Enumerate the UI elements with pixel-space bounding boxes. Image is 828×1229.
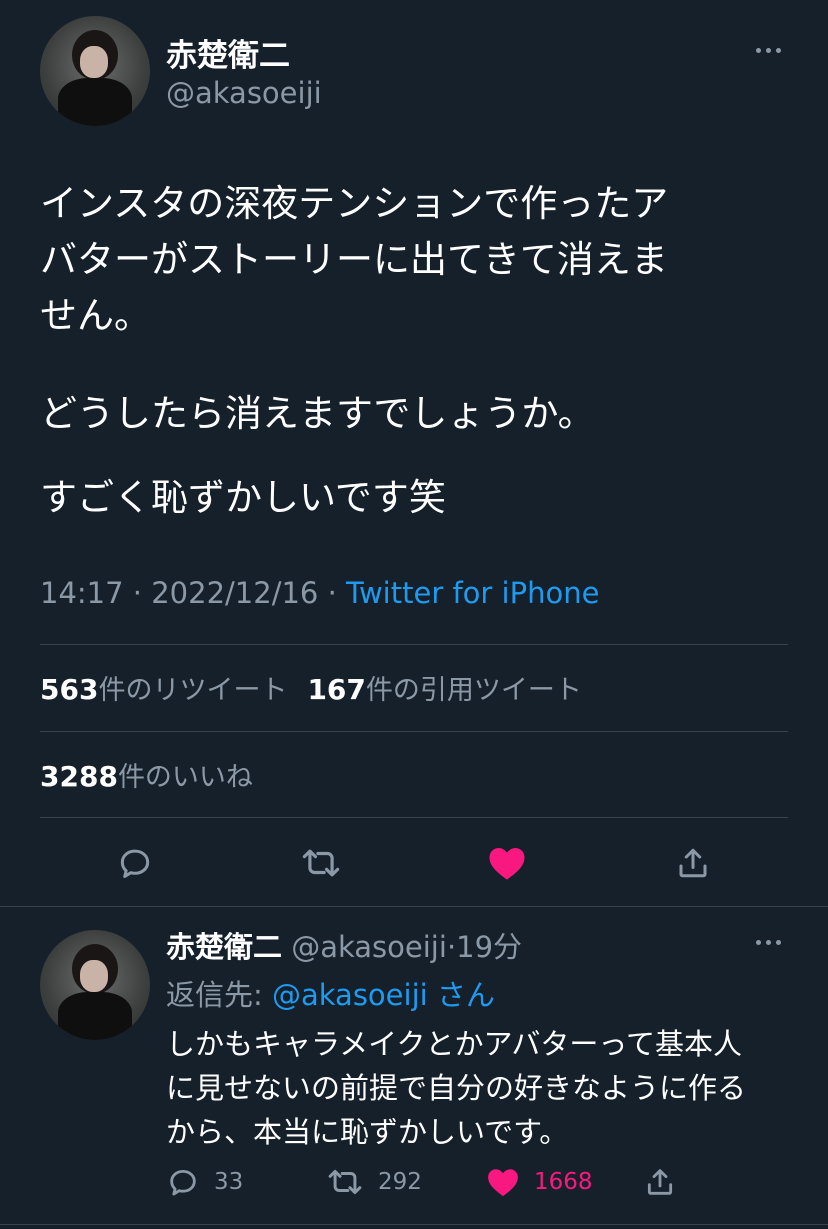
share-icon [679, 848, 707, 878]
retweet-count: 292 [378, 1169, 422, 1195]
tweet-body-paragraph-3: すごく恥ずかしいです笑 [40, 476, 446, 519]
author-avatar[interactable] [40, 16, 150, 126]
retweet-icon [302, 849, 340, 877]
retweets-count: 563 [40, 673, 99, 706]
reply-like-button[interactable]: 1668 [486, 1160, 593, 1204]
tweet-time[interactable]: 14:17 [40, 576, 124, 610]
quotes-count: 167 [307, 673, 366, 706]
likes-count: 3288 [40, 760, 118, 793]
retweet-icon [328, 1169, 362, 1195]
likes-stat[interactable]: 3288件のいいね [40, 755, 253, 794]
author-handle[interactable]: @akasoeiji [166, 76, 322, 110]
tweet-date[interactable]: 2022/12/16 [151, 576, 318, 610]
tweet-body-line: バターがストーリーに出てきて消えま [40, 238, 668, 281]
tweet-body-line: せん。 [40, 294, 151, 337]
author-name[interactable]: 赤楚衛二 [166, 30, 290, 75]
tweet-body: インスタの深夜テンションで作ったア バターがストーリーに出てきて消えま せん。 [40, 176, 800, 344]
quotes-stat[interactable]: 167件の引用ツイート [307, 673, 582, 706]
quotes-label: 件の引用ツイート [365, 675, 582, 706]
reply-body-line: に見せないの前提で自分の好きなように作る [166, 1071, 747, 1105]
reply-actions: 33 292 1668 [166, 1160, 726, 1204]
tweet-body-line: インスタの深夜テンションで作ったア [40, 182, 669, 225]
like-count: 1668 [534, 1169, 593, 1195]
tweet-detail-page: 赤楚衛二 @akasoeiji インスタの深夜テンションで作ったア バターがスト… [0, 0, 828, 1229]
divider [40, 817, 788, 818]
divider [0, 906, 828, 907]
reply-retweet-button[interactable]: 292 [326, 1160, 422, 1204]
tweet-meta: 14:17 · 2022/12/16 · Twitter for iPhone [40, 576, 599, 610]
likes-label: 件のいいね [117, 762, 253, 793]
reply-body-line: から、本当に恥ずかしいです。 [166, 1115, 569, 1149]
header-separator: · [446, 930, 457, 964]
heart-filled-icon [488, 1169, 518, 1197]
reply-body: しかもキャラメイクとかアバターって基本人 に見せないの前提で自分の好きなように作… [166, 1022, 786, 1154]
tweet-body-paragraph-2: どうしたら消えますでしょうか。 [40, 392, 595, 435]
reply-time[interactable]: 19分 [456, 930, 522, 964]
retweets-label: 件のリツイート [98, 675, 288, 706]
replying-to: 返信先: @akasoeiji さん [166, 972, 495, 1014]
tweet-source-link[interactable]: Twitter for iPhone [346, 576, 599, 610]
like-button[interactable] [482, 840, 532, 886]
reply-more-options-icon[interactable] [756, 940, 781, 945]
divider [40, 731, 788, 732]
reply-reply-button[interactable]: 33 [166, 1160, 243, 1204]
heart-filled-icon [489, 848, 525, 880]
reply-icon [170, 1169, 196, 1196]
reply-button[interactable] [110, 840, 160, 886]
meta-separator: · [132, 576, 143, 610]
divider [40, 644, 788, 645]
reply-to-label: 返信先: [166, 978, 263, 1012]
divider [0, 1224, 828, 1225]
reply-count: 33 [214, 1169, 244, 1195]
retweets-stat[interactable]: 563件のリツイート [40, 673, 288, 706]
retweet-quote-stats: 563件のリツイート 167件の引用ツイート [40, 668, 582, 707]
meta-separator: · [327, 576, 337, 610]
reply-author-name[interactable]: 赤楚衛二 [166, 930, 282, 964]
reply-header: 赤楚衛二 @akasoeiji·19分 [166, 924, 522, 966]
retweet-button[interactable] [296, 840, 346, 886]
more-options-icon[interactable] [756, 48, 781, 53]
reply-body-line: しかもキャラメイクとかアバターって基本人 [166, 1027, 742, 1061]
reply-share-button[interactable] [644, 1160, 676, 1204]
reply-author-avatar[interactable] [40, 930, 150, 1040]
share-icon [647, 1169, 673, 1195]
reply-to-mention[interactable]: @akasoeiji さん [272, 978, 495, 1012]
share-button[interactable] [668, 840, 718, 886]
reply-author-handle[interactable]: @akasoeiji [291, 930, 447, 964]
reply-icon [120, 849, 150, 878]
